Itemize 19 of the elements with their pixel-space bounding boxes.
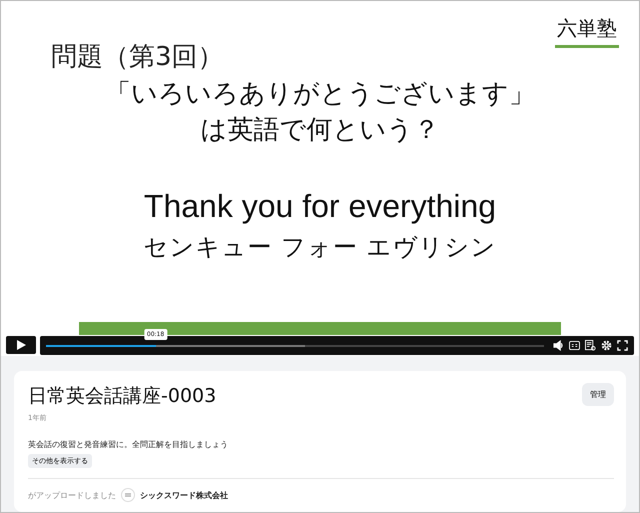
pronunciation-text: センキュー フォー エヴリシン [143,232,497,263]
question-heading: 問題（第3回） [51,41,224,74]
play-icon [15,339,27,352]
uploaded-label: がアップロードしました [28,490,116,500]
volume-icon[interactable] [553,340,564,352]
answer-text: Thank you for everything [144,188,496,225]
question-text: は英語で何という？ [200,114,440,147]
logo-text: 六単塾 [555,15,619,48]
manage-button[interactable]: 管理 [582,383,614,406]
transcript-icon[interactable] [585,340,596,352]
channel-name[interactable]: シックスワード株式会社 [140,490,228,500]
captions-icon[interactable] [569,341,580,350]
fullscreen-icon[interactable] [617,340,628,352]
question-text: 「いろいろありがとうございます」 [105,78,535,111]
channel-avatar-icon [121,488,135,502]
settings-icon[interactable] [601,340,612,352]
video-title: 日常英会話講座-0003 [28,384,216,409]
video-description: 英会話の復習と発音練習に。全問正解を目指しましょう [28,439,228,450]
play-button[interactable] [6,336,36,354]
